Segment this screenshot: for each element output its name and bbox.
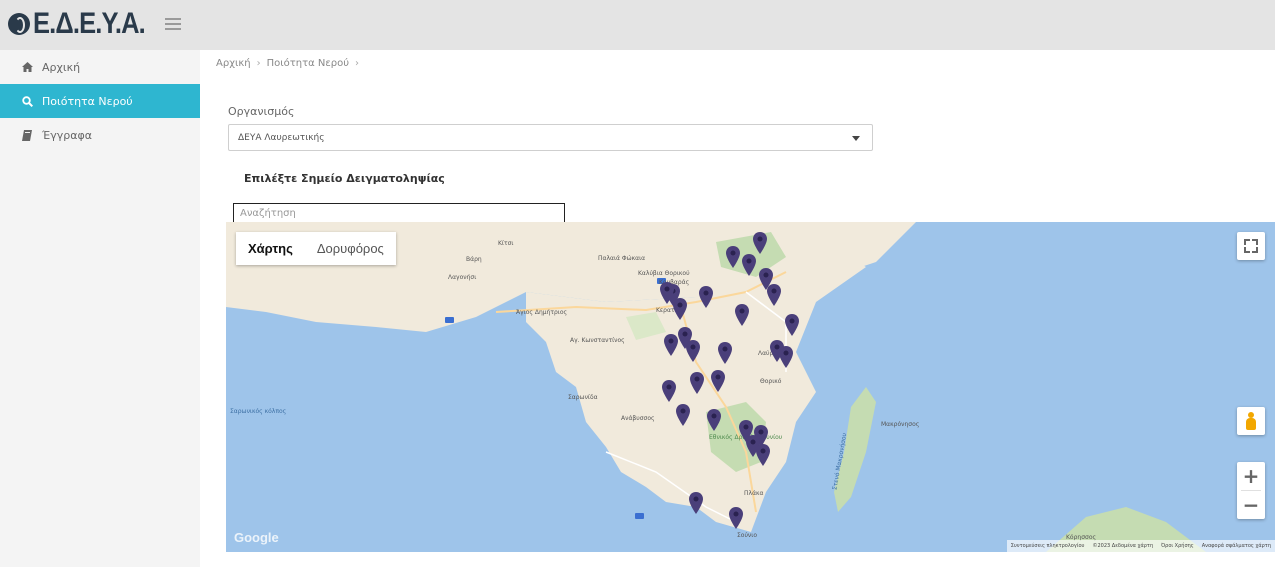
map[interactable]: Κίτσι Λαγονήσι Βάρη Παλαιά Φώκαια Καλύβι… <box>226 222 1275 552</box>
logo[interactable]: Ε.Δ.Ε.Υ.Α. <box>8 4 165 44</box>
map-sea-label: Σαρωνικός κόλπος <box>230 408 287 415</box>
caret-down-icon <box>852 136 860 141</box>
map-place-label: Καλύβια Θορικού <box>638 270 690 277</box>
home-icon <box>20 62 34 72</box>
road-shield-icon <box>635 513 644 519</box>
fullscreen-button[interactable] <box>1237 232 1265 260</box>
map-marker-icon[interactable] <box>753 232 767 254</box>
organization-select[interactable]: ΔΕΥΑ Λαυρεωτικής <box>228 124 873 151</box>
map-place-label: Πλάκα <box>744 490 764 497</box>
map-place-label: Θορικό <box>760 378 782 385</box>
map-marker-icon[interactable] <box>767 284 781 306</box>
organization-label: Οργανισμός <box>228 105 295 118</box>
zoom-control: + − <box>1237 462 1265 519</box>
map-marker-icon[interactable] <box>726 246 740 268</box>
sidebar-item-label: Έγγραφα <box>42 128 92 142</box>
terms-link[interactable]: Όροι Χρήσης <box>1161 543 1194 549</box>
book-icon <box>20 129 34 141</box>
map-marker-icon[interactable] <box>660 282 674 304</box>
map-marker-icon[interactable] <box>729 507 743 529</box>
top-bar: Ε.Δ.Ε.Υ.Α. <box>0 0 1275 50</box>
map-marker-icon[interactable] <box>756 444 770 466</box>
map-marker-icon[interactable] <box>735 304 749 326</box>
search-icon <box>20 95 34 107</box>
sidebar-item-home[interactable]: Αρχική <box>0 50 200 84</box>
map-marker-icon[interactable] <box>699 286 713 308</box>
logo-mark-icon <box>8 13 30 35</box>
map-place-label: Κίτσι <box>498 240 514 247</box>
street-view-pegman-icon[interactable] <box>1237 407 1265 435</box>
map-marker-icon[interactable] <box>689 492 703 514</box>
sidebar: Αρχική Ποιότητα Νερού Έγγραφα <box>0 50 200 567</box>
fullscreen-icon <box>1244 239 1250 245</box>
google-logo: Google <box>234 530 279 545</box>
keyboard-shortcuts-link[interactable]: Συντομεύσεις πληκτρολογίου <box>1011 543 1085 549</box>
map-marker-icon[interactable] <box>770 340 784 362</box>
pegman-body <box>1246 418 1256 430</box>
map-place-label: Βάρη <box>466 256 482 263</box>
map-marker-icon[interactable] <box>662 380 676 402</box>
breadcrumb: Αρχική › Ποιότητα Νερού › <box>216 58 359 69</box>
sidebar-item-documents[interactable]: Έγγραφα <box>0 118 200 152</box>
sidebar-item-label: Αρχική <box>42 60 81 74</box>
menu-toggle-icon[interactable] <box>165 18 181 30</box>
map-marker-icon[interactable] <box>718 342 732 364</box>
breadcrumb-separator: › <box>355 58 360 69</box>
map-place-label: Λαγονήσι <box>448 274 477 281</box>
breadcrumb-current: Ποιότητα Νερού <box>266 58 350 69</box>
map-type-control: Χάρτης Δορυφόρος <box>236 232 396 265</box>
map-marker-icon[interactable] <box>664 334 678 356</box>
sampling-point-title: Επιλέξτε Σημείο Δειγματοληψίας <box>244 172 445 185</box>
map-marker-icon[interactable] <box>742 254 756 276</box>
zoom-out-button[interactable]: − <box>1237 491 1265 519</box>
fullscreen-icon-corner <box>1252 247 1258 253</box>
fullscreen-icon-corner <box>1252 239 1258 245</box>
map-marker-icon[interactable] <box>686 340 700 362</box>
map-marker-icon[interactable] <box>711 370 725 392</box>
map-data-text: ©2023 Δεδομένα χάρτη <box>1092 543 1154 549</box>
map-place-label: Ανάβυσσος <box>621 415 655 422</box>
map-attribution: Συντομεύσεις πληκτρολογίου ©2023 Δεδομέν… <box>1006 540 1275 552</box>
map-place-label: Αγ. Κωνσταντίνος <box>570 337 625 344</box>
map-place-label: Μακρόνησος <box>881 421 920 428</box>
map-marker-icon[interactable] <box>785 314 799 336</box>
zoom-in-button[interactable]: + <box>1237 462 1265 490</box>
map-marker-icon[interactable] <box>673 298 687 320</box>
map-marker-icon[interactable] <box>676 404 690 426</box>
sidebar-item-label: Ποιότητα Νερού <box>42 94 133 108</box>
map-marker-icon[interactable] <box>707 409 721 431</box>
road-shield-icon <box>445 317 454 323</box>
map-type-roadmap-button[interactable]: Χάρτης <box>236 232 305 265</box>
sidebar-item-water-quality[interactable]: Ποιότητα Νερού <box>0 84 200 118</box>
map-place-label: Άγιος Δημήτριος <box>516 309 568 316</box>
search-input[interactable] <box>233 203 565 223</box>
main-content: Αρχική › Ποιότητα Νερού › Οργανισμός ΔΕΥ… <box>200 50 1275 567</box>
fullscreen-icon-corner <box>1244 247 1250 253</box>
breadcrumb-home[interactable]: Αρχική <box>216 58 251 69</box>
logo-text: Ε.Δ.Ε.Υ.Α. <box>33 7 146 40</box>
map-place-label: Παλαιά Φώκαια <box>598 255 646 262</box>
organization-selected-value: ΔΕΥΑ Λαυρεωτικής <box>238 132 325 143</box>
map-place-label: Σαρωνίδα <box>568 394 598 401</box>
map-place-label: Σούνιο <box>737 532 757 539</box>
map-type-satellite-button[interactable]: Δορυφόρος <box>305 232 396 265</box>
map-marker-icon[interactable] <box>690 372 704 394</box>
breadcrumb-separator: › <box>256 58 261 69</box>
report-error-link[interactable]: Αναφορά σφάλματος χάρτη <box>1202 543 1271 549</box>
